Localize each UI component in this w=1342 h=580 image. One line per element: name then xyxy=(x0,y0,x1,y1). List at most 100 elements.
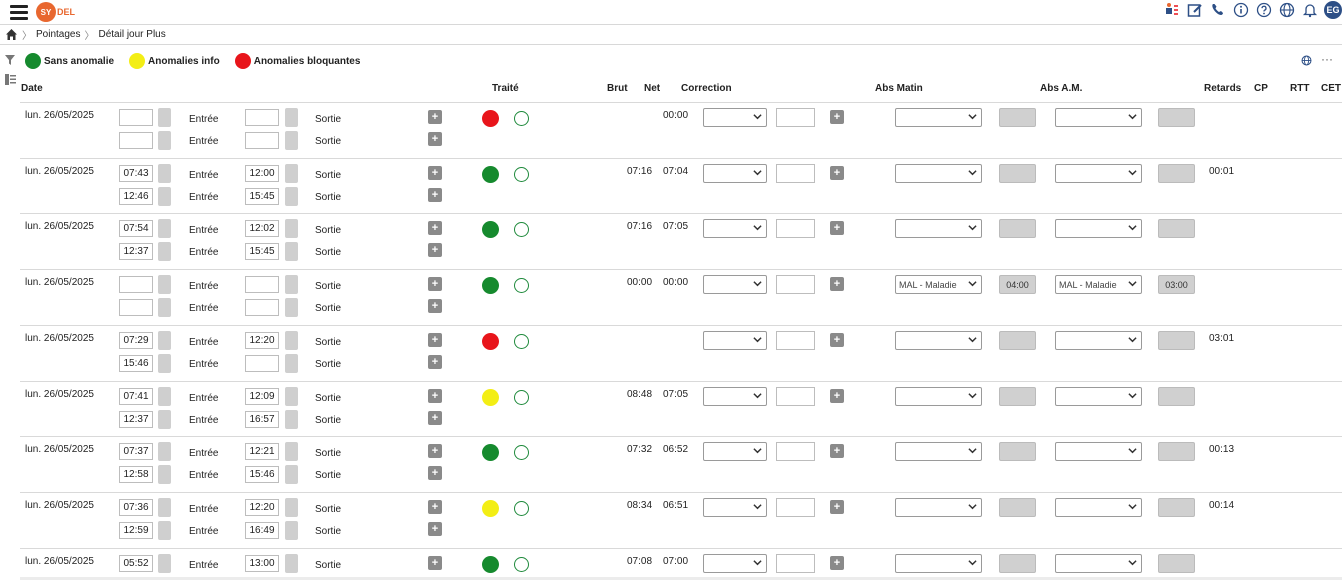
correction-value-field[interactable] xyxy=(776,331,815,350)
in1-picker-button[interactable] xyxy=(158,108,171,127)
in2-time-field[interactable]: 12:37 xyxy=(119,243,153,260)
treated-toggle[interactable] xyxy=(514,390,529,405)
add-punch-button[interactable]: + xyxy=(428,500,442,514)
add-correction-button[interactable]: + xyxy=(830,277,844,291)
in2-time-field[interactable]: 12:46 xyxy=(119,188,153,205)
abs-matin-select[interactable] xyxy=(895,387,982,406)
out2-picker-button[interactable] xyxy=(285,410,298,429)
correction-value-field[interactable] xyxy=(776,164,815,183)
more-options-icon[interactable]: ··· xyxy=(1321,52,1333,66)
in2-time-field[interactable]: 12:37 xyxy=(119,411,153,428)
treated-toggle[interactable] xyxy=(514,222,529,237)
in2-picker-button[interactable] xyxy=(158,465,171,484)
out2-time-field[interactable]: 15:45 xyxy=(245,188,279,205)
add-correction-button[interactable]: + xyxy=(830,166,844,180)
add-punch-button[interactable]: + xyxy=(428,277,442,291)
add-correction-button[interactable]: + xyxy=(830,221,844,235)
in2-time-field[interactable] xyxy=(119,299,153,316)
abs-am-select[interactable] xyxy=(1055,387,1142,406)
out1-time-field[interactable]: 12:00 xyxy=(245,165,279,182)
add-punch-button[interactable]: + xyxy=(428,166,442,180)
info-icon[interactable] xyxy=(1233,2,1249,18)
add-punch-button-2[interactable]: + xyxy=(428,299,442,313)
correction-select[interactable] xyxy=(703,108,767,127)
in2-picker-button[interactable] xyxy=(158,410,171,429)
correction-select[interactable] xyxy=(703,554,767,573)
out2-picker-button[interactable] xyxy=(285,354,298,373)
abs-matin-select[interactable] xyxy=(895,498,982,517)
abs-matin-select[interactable] xyxy=(895,108,982,127)
out1-picker-button[interactable] xyxy=(285,108,298,127)
add-punch-button-2[interactable]: + xyxy=(428,243,442,257)
add-punch-button-2[interactable]: + xyxy=(428,355,442,369)
out2-picker-button[interactable] xyxy=(285,131,298,150)
in2-picker-button[interactable] xyxy=(158,131,171,150)
out1-time-field[interactable] xyxy=(245,276,279,293)
out2-time-field[interactable]: 15:45 xyxy=(245,243,279,260)
out2-time-field[interactable] xyxy=(245,355,279,372)
out2-picker-button[interactable] xyxy=(285,187,298,206)
accessibility-icon[interactable] xyxy=(1164,2,1180,18)
correction-value-field[interactable] xyxy=(776,498,815,517)
in2-picker-button[interactable] xyxy=(158,521,171,540)
out1-picker-button[interactable] xyxy=(285,498,298,517)
correction-value-field[interactable] xyxy=(776,442,815,461)
abs-am-select[interactable]: MAL - Maladie xyxy=(1055,275,1142,294)
add-correction-button[interactable]: + xyxy=(830,556,844,570)
out1-picker-button[interactable] xyxy=(285,331,298,350)
in1-time-field[interactable]: 07:36 xyxy=(119,499,153,516)
out1-time-field[interactable]: 13:00 xyxy=(245,555,279,572)
correction-select[interactable] xyxy=(703,387,767,406)
abs-matin-select[interactable] xyxy=(895,442,982,461)
in1-picker-button[interactable] xyxy=(158,554,171,573)
filter-icon[interactable] xyxy=(5,55,15,68)
add-correction-button[interactable]: + xyxy=(830,444,844,458)
add-correction-button[interactable]: + xyxy=(830,500,844,514)
correction-select[interactable] xyxy=(703,442,767,461)
out2-picker-button[interactable] xyxy=(285,298,298,317)
add-punch-button-2[interactable]: + xyxy=(428,411,442,425)
correction-value-field[interactable] xyxy=(776,387,815,406)
in1-time-field[interactable]: 07:54 xyxy=(119,220,153,237)
in1-time-field[interactable]: 05:52 xyxy=(119,555,153,572)
columns-icon[interactable] xyxy=(5,74,16,88)
out1-picker-button[interactable] xyxy=(285,164,298,183)
treated-toggle[interactable] xyxy=(514,557,529,572)
abs-matin-select[interactable]: MAL - Maladie xyxy=(895,275,982,294)
phone-icon[interactable] xyxy=(1210,2,1226,18)
out1-picker-button[interactable] xyxy=(285,275,298,294)
edit-note-icon[interactable] xyxy=(1187,2,1203,18)
treated-toggle[interactable] xyxy=(514,445,529,460)
abs-matin-select[interactable] xyxy=(895,554,982,573)
add-punch-button-2[interactable]: + xyxy=(428,132,442,146)
abs-matin-select[interactable] xyxy=(895,219,982,238)
in1-picker-button[interactable] xyxy=(158,275,171,294)
out2-picker-button[interactable] xyxy=(285,465,298,484)
out2-picker-button[interactable] xyxy=(285,521,298,540)
in2-picker-button[interactable] xyxy=(158,354,171,373)
globe-icon[interactable] xyxy=(1279,2,1295,18)
correction-select[interactable] xyxy=(703,331,767,350)
abs-am-select[interactable] xyxy=(1055,554,1142,573)
abs-am-select[interactable] xyxy=(1055,108,1142,127)
in1-time-field[interactable]: 07:29 xyxy=(119,332,153,349)
in1-picker-button[interactable] xyxy=(158,442,171,461)
out1-time-field[interactable]: 12:21 xyxy=(245,443,279,460)
menu-icon[interactable] xyxy=(10,5,28,20)
out1-time-field[interactable] xyxy=(245,109,279,126)
add-punch-button[interactable]: + xyxy=(428,333,442,347)
add-punch-button[interactable]: + xyxy=(428,389,442,403)
abs-am-select[interactable] xyxy=(1055,498,1142,517)
treated-toggle[interactable] xyxy=(514,167,529,182)
abs-am-select[interactable] xyxy=(1055,331,1142,350)
in1-time-field[interactable] xyxy=(119,109,153,126)
correction-select[interactable] xyxy=(703,164,767,183)
correction-value-field[interactable] xyxy=(776,275,815,294)
treated-toggle[interactable] xyxy=(514,111,529,126)
add-punch-button[interactable]: + xyxy=(428,110,442,124)
add-punch-button-2[interactable]: + xyxy=(428,522,442,536)
out2-time-field[interactable]: 15:46 xyxy=(245,466,279,483)
abs-matin-select[interactable] xyxy=(895,164,982,183)
correction-value-field[interactable] xyxy=(776,108,815,127)
treated-toggle[interactable] xyxy=(514,278,529,293)
